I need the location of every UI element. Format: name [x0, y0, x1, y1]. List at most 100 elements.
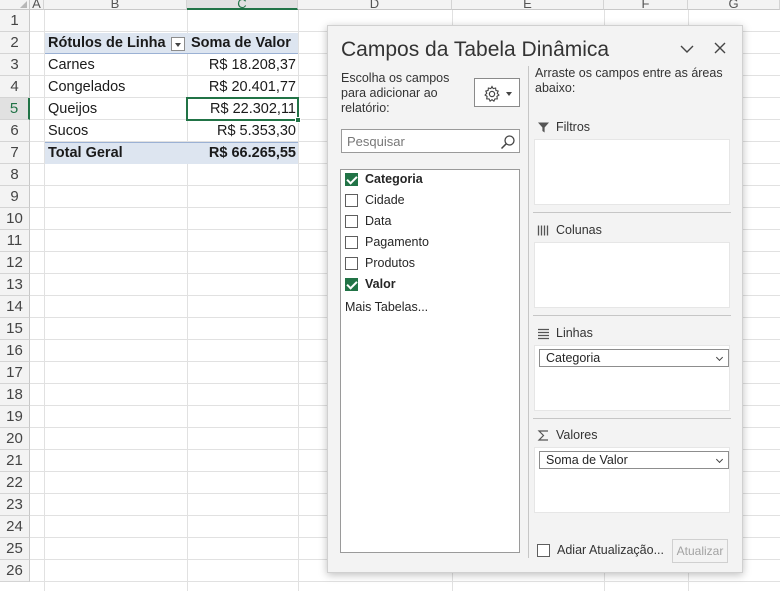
columns-area-label: Colunas	[556, 223, 602, 237]
row-header-6[interactable]: 6	[0, 120, 30, 142]
checkbox[interactable]	[345, 235, 358, 249]
row-header-18[interactable]: 18	[0, 384, 30, 406]
row-header-16[interactable]: 16	[0, 340, 30, 362]
area-separator[interactable]	[533, 212, 731, 213]
tools-button[interactable]	[474, 78, 520, 107]
row-header-19[interactable]: 19	[0, 406, 30, 428]
field-label: Pagamento	[365, 235, 429, 249]
columns-icon	[537, 225, 549, 235]
defer-update-label: Adiar Atualização...	[557, 543, 665, 557]
field-label: Produtos	[365, 256, 416, 270]
row-header-3[interactable]: 3	[0, 54, 30, 76]
select-all-corner[interactable]	[0, 0, 30, 10]
checkbox[interactable]	[345, 214, 358, 228]
pivot-row-label[interactable]: Congelados	[45, 76, 187, 98]
row-header-23[interactable]: 23	[0, 494, 30, 516]
area-separator[interactable]	[533, 418, 731, 419]
checkbox-checked[interactable]	[345, 277, 358, 291]
row-header-25[interactable]: 25	[0, 538, 30, 560]
defer-update-checkbox[interactable]	[537, 543, 550, 557]
pivot-values-header[interactable]: Soma de Valor	[188, 32, 298, 54]
pivot-row-value[interactable]: R$ 5.353,30	[188, 120, 299, 142]
column-header-g[interactable]: G	[688, 0, 780, 10]
row-header-11[interactable]: 11	[0, 230, 30, 252]
row-header-13[interactable]: 13	[0, 274, 30, 296]
values-drop-area[interactable]: Soma de Valor	[534, 447, 730, 513]
defer-update-option[interactable]: Adiar Atualização...	[537, 543, 664, 557]
pane-title: Campos da Tabela Dinâmica	[341, 38, 610, 61]
checkbox[interactable]	[345, 256, 358, 270]
row-header-4[interactable]: 4	[0, 76, 30, 98]
checkbox[interactable]	[345, 193, 358, 207]
filters-area-title: Filtros	[537, 118, 590, 136]
field-item-categoria[interactable]: Categoria	[345, 170, 423, 188]
rows-field-pill[interactable]: Categoria	[539, 349, 729, 367]
field-label: Valor	[365, 277, 396, 291]
filters-drop-area[interactable]	[534, 139, 730, 205]
column-header-a[interactable]: A	[30, 0, 44, 10]
pivot-row-value[interactable]: R$ 20.401,77	[188, 76, 299, 98]
pivot-fields-pane: Campos da Tabela Dinâmica Escolha os cam…	[327, 25, 743, 573]
chevron-down-icon[interactable]	[715, 353, 724, 362]
row-header-26[interactable]: 26	[0, 560, 30, 582]
pivot-total-value[interactable]: R$ 66.265,55	[188, 142, 299, 164]
row-header-15[interactable]: 15	[0, 318, 30, 340]
field-label: Data	[365, 214, 392, 228]
checkbox-checked[interactable]	[345, 172, 358, 186]
column-header-e[interactable]: E	[452, 0, 604, 10]
field-item-cidade[interactable]: Cidade	[345, 191, 405, 209]
row-labels-filter-button[interactable]	[171, 37, 185, 51]
row-header-9[interactable]: 9	[0, 186, 30, 208]
values-field-label: Soma de Valor	[546, 453, 628, 467]
area-separator[interactable]	[533, 315, 731, 316]
pivot-row-label[interactable]: Queijos	[45, 98, 187, 120]
field-item-produtos[interactable]: Produtos	[345, 254, 415, 272]
field-item-pagamento[interactable]: Pagamento	[345, 233, 429, 251]
pivot-row-value[interactable]: R$ 18.208,37	[188, 54, 299, 76]
field-item-valor[interactable]: Valor	[345, 275, 396, 293]
pivot-row-labels-header[interactable]: Rótulos de Linha	[45, 32, 173, 54]
close-icon[interactable]	[712, 40, 728, 56]
row-header-24[interactable]: 24	[0, 516, 30, 538]
filters-area-label: Filtros	[556, 120, 591, 134]
row-header-20[interactable]: 20	[0, 428, 30, 450]
pivot-row-label[interactable]: Sucos	[45, 120, 187, 142]
chevron-down-icon[interactable]	[679, 41, 695, 57]
column-header-c[interactable]: C	[187, 0, 298, 10]
more-tables-link[interactable]: Mais Tabelas...	[345, 300, 428, 314]
choose-fields-label: Escolha os campos para adicionar ao rela…	[341, 71, 450, 115]
row-header-2[interactable]: 2	[0, 32, 30, 54]
search-input[interactable]	[347, 132, 492, 150]
rows-drop-area[interactable]: Categoria	[534, 345, 730, 411]
chevron-down-icon[interactable]	[715, 455, 724, 464]
row-header-14[interactable]: 14	[0, 296, 30, 318]
gear-icon	[484, 85, 500, 102]
row-header-1[interactable]: 1	[0, 10, 30, 32]
columns-drop-area[interactable]	[534, 242, 730, 308]
pivot-row-label[interactable]: Carnes	[45, 54, 187, 76]
active-cell-selection	[186, 97, 301, 123]
row-header-7[interactable]: 7	[0, 142, 30, 164]
pivot-total-label[interactable]: Total Geral	[45, 142, 187, 164]
field-item-data[interactable]: Data	[345, 212, 391, 230]
fill-handle[interactable]	[295, 117, 301, 123]
field-label: Categoria	[365, 172, 423, 186]
row-header-8[interactable]: 8	[0, 164, 30, 186]
column-header-b[interactable]: B	[44, 0, 187, 10]
sigma-icon	[537, 429, 548, 441]
column-header-d[interactable]: D	[298, 0, 452, 10]
row-header-17[interactable]: 17	[0, 362, 30, 384]
filter-icon	[538, 122, 549, 132]
values-field-pill[interactable]: Soma de Valor	[539, 451, 729, 469]
update-button[interactable]: Atualizar	[672, 539, 728, 563]
pane-divider[interactable]	[528, 66, 529, 558]
row-header-21[interactable]: 21	[0, 450, 30, 472]
row-header-5[interactable]: 5	[0, 98, 30, 120]
row-header-12[interactable]: 12	[0, 252, 30, 274]
column-header-f[interactable]: F	[604, 0, 688, 10]
field-search[interactable]	[341, 129, 520, 153]
field-list: Categoria Cidade Data Pagamento Produtos…	[340, 169, 520, 553]
rows-area-title: Linhas	[537, 324, 593, 342]
row-header-10[interactable]: 10	[0, 208, 30, 230]
row-header-22[interactable]: 22	[0, 472, 30, 494]
